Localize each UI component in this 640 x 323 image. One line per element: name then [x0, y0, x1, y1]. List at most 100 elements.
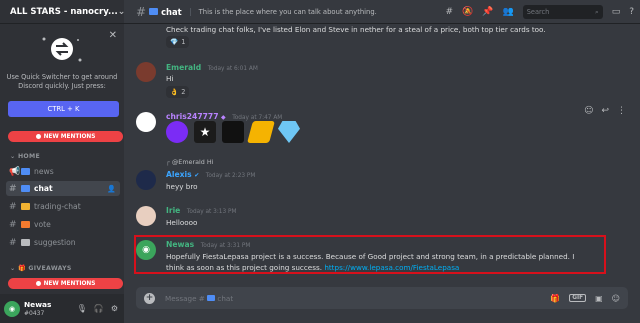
inbox-icon[interactable]: ▭ [612, 7, 621, 17]
category-giveaways-label: GIVEAWAYS [28, 265, 72, 272]
category-home[interactable]: ⌄ HOME [10, 153, 40, 160]
gear-icon[interactable]: ⚙ [111, 304, 118, 313]
channel-label: news [34, 167, 54, 176]
user-tag: #0437 [24, 309, 45, 317]
member-list-icon[interactable]: 👥 [502, 7, 513, 17]
channel-label: trading-chat [34, 202, 81, 211]
news-emoji-icon [21, 168, 30, 175]
quick-switcher-button[interactable]: CTRL + K [8, 101, 119, 117]
gold-bars-emoji-icon[interactable] [247, 121, 275, 143]
reply-preview[interactable]: ┌ @Emerald Hi [166, 158, 214, 166]
channel-sidebar: ALL STARS - nanocry... ⌄ ✕ Use Quick Swi… [0, 0, 125, 323]
emoji-row: ★ [166, 121, 300, 143]
timestamp: Today at 2:23 PM [205, 173, 256, 179]
new-mentions-label: NEW MENTIONS [43, 280, 96, 287]
chat-emoji-icon [21, 185, 30, 192]
emoji-picker-icon[interactable]: ☺ [612, 294, 620, 303]
hash-icon: # [9, 183, 17, 194]
chat-emoji-icon [149, 8, 159, 15]
all-stars-emoji-icon[interactable] [222, 121, 244, 143]
message-hover-menu: ☺ ↩ ⋮ [584, 103, 626, 118]
help-icon[interactable]: ? [629, 7, 634, 17]
user-info[interactable]: Newas #0437 [24, 300, 51, 318]
hash-icon: # [9, 219, 17, 230]
add-reaction-icon[interactable]: ☺ [584, 106, 593, 116]
mention-dot-icon [35, 134, 41, 139]
hash-icon: # [136, 4, 147, 19]
reply-author: @Emerald [171, 158, 205, 166]
avatar[interactable] [136, 62, 156, 82]
author-name[interactable]: Irie [166, 206, 180, 215]
channel-title-label: chat [161, 6, 182, 17]
message-text: Check trading chat folks, I've listed El… [166, 25, 546, 34]
add-user-icon[interactable]: 👤 [107, 185, 116, 193]
announcement-icon: 📢 [9, 166, 21, 177]
reaction[interactable]: 👌 2 [166, 86, 190, 98]
avatar[interactable] [136, 170, 156, 190]
channel-chat[interactable]: # chat 👤 [6, 181, 120, 196]
diamond-emoji-icon[interactable] [278, 121, 300, 143]
sticker-icon[interactable]: ▣ [595, 294, 603, 303]
message-text: heyy bro [166, 182, 198, 191]
placeholder-prefix: Message # [165, 293, 205, 303]
server-header[interactable]: ALL STARS - nanocry... ⌄ [0, 0, 125, 24]
author-name[interactable]: chris247777 [166, 112, 218, 121]
mention-dot-icon [35, 281, 41, 286]
gift-icon[interactable]: 🎁 [550, 294, 560, 303]
server-name: ALL STARS - nanocry... [10, 6, 118, 17]
close-icon[interactable]: ✕ [109, 30, 117, 41]
channel-topic[interactable]: This is the place where you can talk abo… [189, 7, 377, 16]
reaction-count: 2 [181, 88, 186, 96]
new-mentions-pill-top[interactable]: NEW MENTIONS [8, 131, 123, 142]
message-composer[interactable]: + Message # chat 🎁 GIF ▣ ☺ [136, 287, 628, 309]
channel-vote[interactable]: # vote [6, 217, 120, 232]
channel-label: chat [34, 184, 53, 193]
search-input[interactable]: Search ⌕ [522, 5, 603, 19]
chat-emoji-icon [207, 294, 216, 301]
search-icon: ⌕ [595, 7, 599, 16]
reaction[interactable]: 💎 1 [166, 36, 190, 48]
threads-icon[interactable]: # [446, 7, 454, 17]
notification-bell-muted-icon[interactable]: 🔕 [462, 7, 473, 17]
author-name[interactable]: Emerald [166, 63, 201, 72]
avatar[interactable] [136, 206, 156, 226]
reaction-count: 1 [181, 38, 186, 46]
pin-icon[interactable]: 📌 [482, 7, 493, 17]
message-text: Helloooo [166, 218, 198, 227]
search-placeholder: Search [526, 8, 550, 16]
quick-switcher-text: Use Quick Switcher to get around Discord… [6, 73, 118, 90]
message-text: Hi [166, 74, 174, 83]
channel-label: vote [34, 220, 51, 229]
mute-microphone-icon[interactable]: 🎙 [77, 304, 87, 313]
purple-heart-emoji-icon[interactable] [166, 121, 188, 143]
avatar[interactable]: ◉ [4, 300, 20, 317]
author-name[interactable]: Alexis [166, 170, 192, 179]
avatar[interactable] [136, 112, 156, 132]
channel-title: chat [149, 7, 182, 17]
placeholder-channel: chat [217, 293, 234, 303]
vote-emoji-icon [21, 221, 30, 228]
category-home-label: HOME [17, 153, 40, 160]
more-options-icon[interactable]: ⋮ [617, 106, 626, 116]
channel-trading-chat[interactable]: # trading-chat [6, 199, 120, 214]
username: Newas [24, 299, 52, 309]
channel-label: suggestion [34, 238, 76, 247]
reply-text: Hi [206, 158, 214, 166]
star-emoji-icon[interactable]: ★ [194, 121, 216, 143]
diamond-emoji-icon: 💎 [170, 38, 179, 46]
highlight-box [134, 235, 606, 274]
reply-arrow-icon: ┌ [166, 158, 170, 166]
headphones-icon[interactable]: 🎧 [94, 304, 104, 313]
message-input[interactable]: Message # chat [165, 294, 233, 303]
channel-news[interactable]: 📢 news [6, 164, 120, 179]
channel-header: # chat This is the place where you can t… [124, 0, 640, 24]
gif-icon[interactable]: GIF [569, 294, 587, 302]
category-giveaways[interactable]: ⌄ 🎁 GIVEAWAYS [10, 264, 72, 272]
channel-suggestion[interactable]: # suggestion [6, 235, 120, 250]
verified-badge-icon: ✔ [194, 172, 200, 179]
new-mentions-pill-bottom[interactable]: NEW MENTIONS [8, 278, 123, 289]
add-attachment-icon[interactable]: + [144, 292, 155, 304]
reply-icon[interactable]: ↩ [601, 106, 609, 116]
quick-switcher-illustration-icon [42, 37, 82, 62]
timestamp: Today at 3:13 PM [186, 209, 237, 215]
